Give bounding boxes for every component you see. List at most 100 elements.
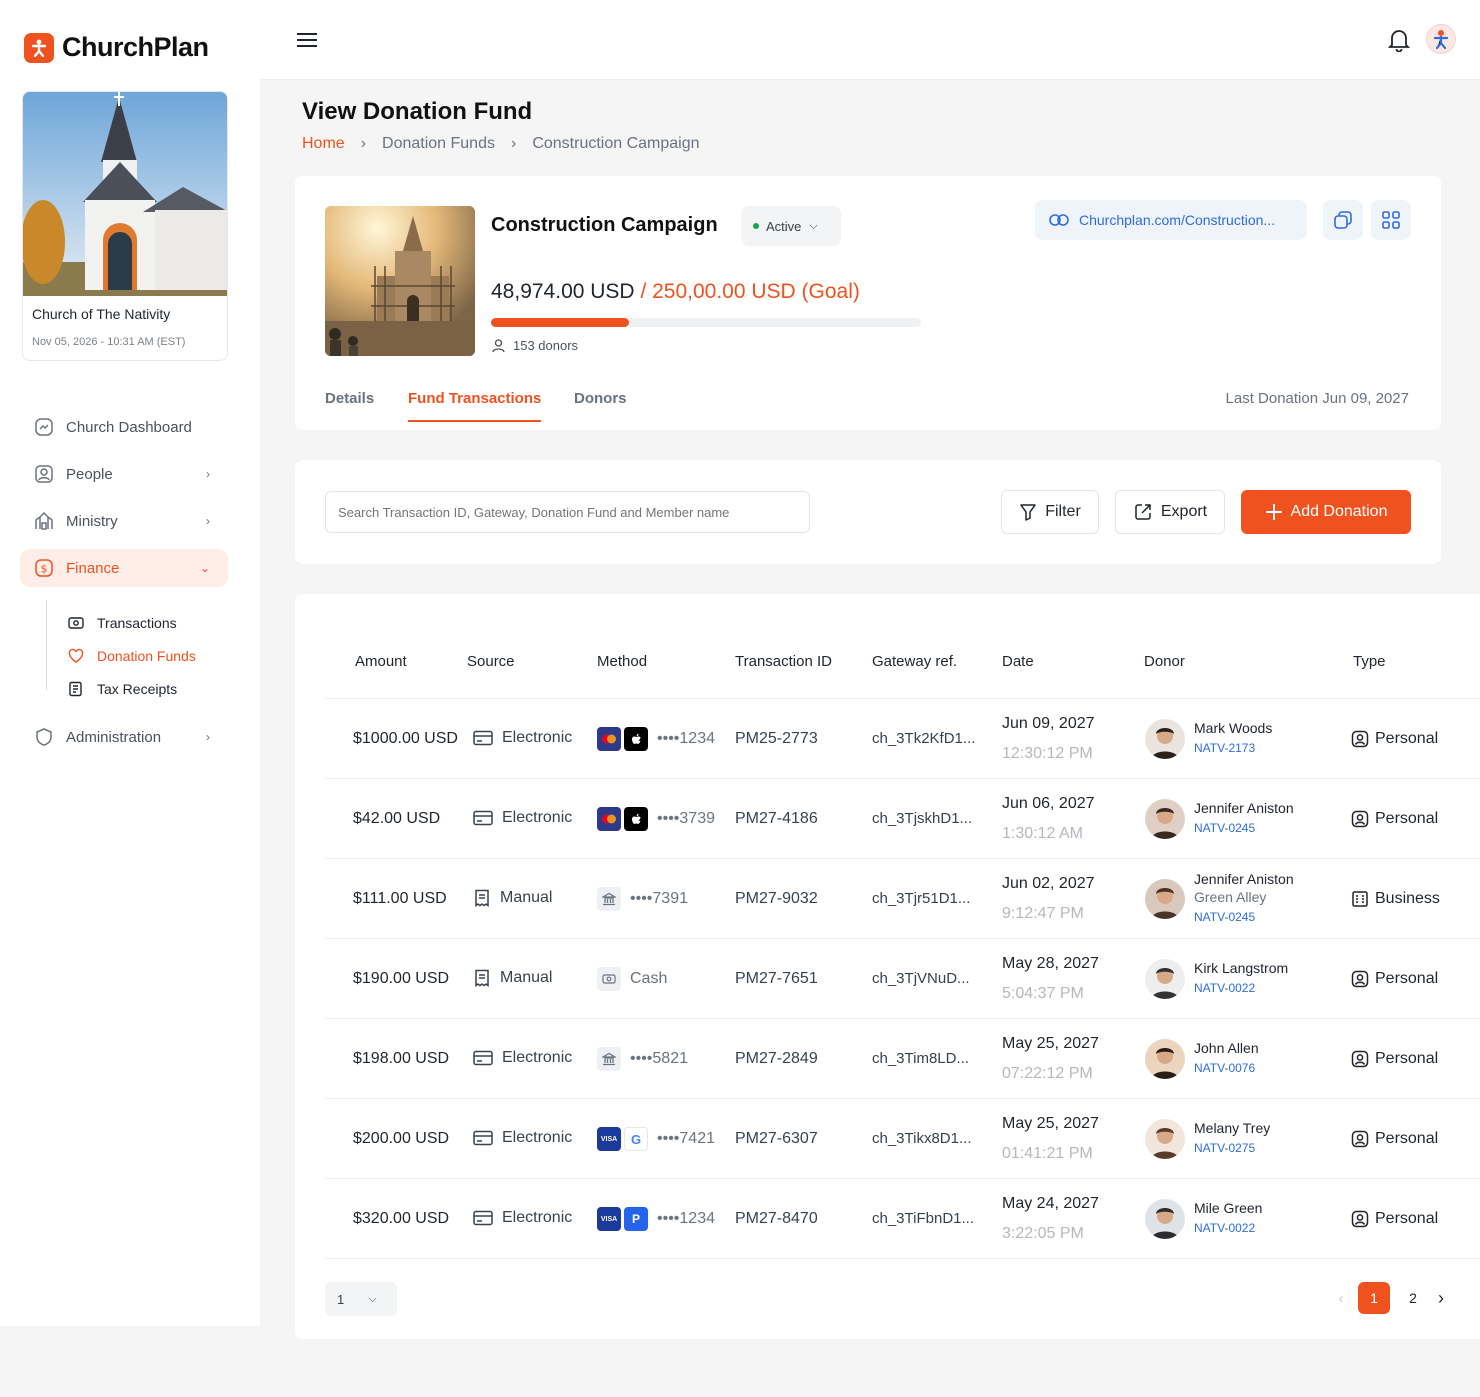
sidebar-item-finance[interactable]: $ Finance ⌄	[20, 549, 228, 587]
chevron-right-icon: ›	[510, 135, 517, 152]
add-donation-button[interactable]: Add Donation	[1241, 490, 1411, 534]
column-header-type[interactable]: Type	[1353, 653, 1386, 670]
user-avatar[interactable]	[1426, 24, 1456, 54]
sidebar-subitem-tax-receipts[interactable]: Tax Receipts	[68, 681, 177, 697]
date-text: May 28, 2027	[1002, 955, 1099, 972]
prev-page-button[interactable]: ‹	[1325, 1282, 1357, 1314]
column-header-source[interactable]: Source	[467, 653, 515, 670]
search-input[interactable]	[325, 491, 810, 533]
method-label: Cash	[630, 970, 668, 987]
transaction-id-cell[interactable]: PM27-7651	[735, 970, 818, 988]
heart-icon	[68, 648, 84, 664]
donor-avatar[interactable]	[1145, 1119, 1185, 1159]
donor-cell[interactable]: John Allen NATV-0076	[1194, 1039, 1259, 1075]
donor-avatar[interactable]	[1145, 1199, 1185, 1239]
transaction-id-cell[interactable]: PM25-2773	[735, 730, 818, 748]
date-cell: Jun 06, 2027 1:30:12 AM	[1002, 795, 1095, 843]
column-header-transaction-id[interactable]: Transaction ID	[735, 653, 832, 670]
column-header-method[interactable]: Method	[597, 653, 647, 670]
sidebar-item-administration[interactable]: Administration ›	[20, 718, 228, 756]
donor-avatar[interactable]	[1145, 799, 1185, 839]
transaction-id-cell[interactable]: PM27-9032	[735, 890, 818, 908]
donor-name: Melany Trey	[1194, 1120, 1271, 1136]
qr-code-button[interactable]	[1371, 200, 1411, 240]
source-label: Electronic	[502, 809, 573, 826]
tab-donors[interactable]: Donors	[574, 390, 627, 407]
gateway-ref-cell[interactable]: ch_3Tim8LD...	[872, 1050, 969, 1067]
table-row[interactable]: $198.00 USD Electronic ••••5821 PM27-2849 ch…	[325, 1018, 1480, 1098]
page-title: View Donation Fund	[302, 98, 533, 125]
tab-fund-transactions[interactable]: Fund Transactions	[408, 390, 542, 422]
bell-icon[interactable]	[1387, 28, 1411, 57]
donor-cell[interactable]: Mark Woods NATV-2173	[1194, 719, 1272, 755]
donor-cell[interactable]: Mile Green NATV-0022	[1194, 1199, 1262, 1235]
sidebar-subitem-donation-funds[interactable]: Donation Funds	[68, 648, 196, 664]
table-row[interactable]: $111.00 USD Manual ••••7391 PM27-9032 ch_3Tj…	[325, 858, 1480, 938]
donor-avatar[interactable]	[1145, 879, 1185, 919]
donor-cell[interactable]: Melany Trey NATV-0275	[1194, 1119, 1270, 1155]
status-dropdown[interactable]: Active ⌵	[741, 206, 841, 246]
chevron-right-icon: ›	[206, 467, 210, 481]
page-size-select[interactable]: 1 ⌵	[325, 1282, 397, 1316]
menu-icon[interactable]	[296, 32, 318, 53]
app-logo[interactable]: ChurchPlan	[24, 32, 209, 63]
donor-id: NATV-2173	[1194, 741, 1256, 755]
column-header-donor[interactable]: Donor	[1144, 653, 1185, 670]
donor-count: 153 donors	[491, 338, 578, 353]
tab-details[interactable]: Details	[325, 390, 374, 407]
church-card[interactable]: Church of The Nativity Nov 05, 2026 - 10…	[22, 91, 228, 361]
method-cell: VISA G ••••7421	[597, 1127, 715, 1151]
sidebar-item-people[interactable]: People ›	[20, 455, 228, 493]
sidebar-item-ministry[interactable]: Ministry ›	[20, 502, 228, 540]
table-row[interactable]: $190.00 USD Manual Cash PM27-7651 ch_3TjVNuD…	[325, 938, 1480, 1018]
electronic-icon	[473, 1050, 493, 1066]
page-1-button[interactable]: 1	[1358, 1282, 1390, 1314]
fund-progress-fill	[491, 318, 629, 327]
donor-avatar[interactable]	[1145, 1039, 1185, 1079]
transaction-id-cell[interactable]: PM27-2849	[735, 1050, 818, 1068]
donor-avatar[interactable]	[1145, 959, 1185, 999]
gateway-ref-cell[interactable]: ch_3Tjr51D1...	[872, 890, 970, 907]
gateway-ref-cell[interactable]: ch_3TiFbnD1...	[872, 1210, 974, 1227]
method-cell: Cash	[597, 967, 667, 991]
export-button[interactable]: Export	[1115, 490, 1225, 534]
plus-icon	[1265, 503, 1283, 521]
method-cell: ••••5821	[597, 1047, 688, 1071]
sidebar-item-church-dashboard[interactable]: Church Dashboard	[20, 408, 228, 446]
transaction-id-cell[interactable]: PM27-4186	[735, 810, 818, 828]
transaction-id-cell[interactable]: PM27-6307	[735, 1130, 818, 1148]
table-row[interactable]: $200.00 USD Electronic VISA G ••••7421 PM27-6…	[325, 1098, 1480, 1178]
donor-cell[interactable]: Jennifer Aniston Green Alley NATV-0245	[1194, 870, 1294, 924]
donor-avatar[interactable]	[1145, 719, 1185, 759]
apple-pay-icon	[624, 807, 648, 831]
table-row[interactable]: $42.00 USD Electronic ••••3739 PM27-4186 ch_…	[325, 778, 1480, 858]
transactions-table: Amount Source Method Transaction ID Gate…	[295, 594, 1480, 1339]
copy-button[interactable]	[1323, 200, 1363, 240]
next-page-button[interactable]: ›	[1425, 1282, 1457, 1314]
breadcrumb-donation-funds[interactable]: Donation Funds	[382, 135, 495, 153]
gateway-ref-cell[interactable]: ch_3Tikx8D1...	[872, 1130, 972, 1147]
chevron-right-icon: ›	[360, 135, 367, 152]
amount-cell: $111.00 USD	[353, 890, 447, 907]
method-label: ••••7421	[657, 1130, 715, 1147]
donor-cell[interactable]: Kirk Langstrom NATV-0022	[1194, 959, 1288, 995]
fund-link[interactable]: Churchplan.com/Construction...	[1035, 200, 1307, 240]
gateway-ref-cell[interactable]: ch_3TjVNuD...	[872, 970, 970, 987]
gateway-ref-cell[interactable]: ch_3Tk2KfD1...	[872, 730, 975, 747]
people-icon	[34, 464, 54, 484]
transaction-id-cell[interactable]: PM27-8470	[735, 1210, 818, 1228]
donor-name: Mark Woods	[1194, 720, 1273, 736]
donor-cell[interactable]: Jennifer Aniston NATV-0245	[1194, 799, 1294, 835]
gateway-ref-cell[interactable]: ch_3TjskhD1...	[872, 810, 972, 827]
column-header-date[interactable]: Date	[1002, 653, 1034, 670]
column-header-amount[interactable]: Amount	[355, 653, 407, 670]
table-row[interactable]: $320.00 USD Electronic VISA P ••••1234 PM27-8…	[325, 1178, 1480, 1258]
breadcrumb-home[interactable]: Home	[302, 135, 345, 153]
filter-button[interactable]: Filter	[1001, 490, 1099, 534]
sidebar-item-label: Finance	[66, 559, 120, 577]
page-size-value: 1	[337, 1291, 345, 1307]
column-header-gateway-ref[interactable]: Gateway ref.	[872, 653, 957, 670]
sidebar-subitem-transactions[interactable]: Transactions	[68, 615, 177, 631]
receipt-icon	[68, 681, 84, 697]
table-row[interactable]: $1000.00 USD Electronic ••••1234 PM25-2773 c…	[325, 698, 1480, 778]
